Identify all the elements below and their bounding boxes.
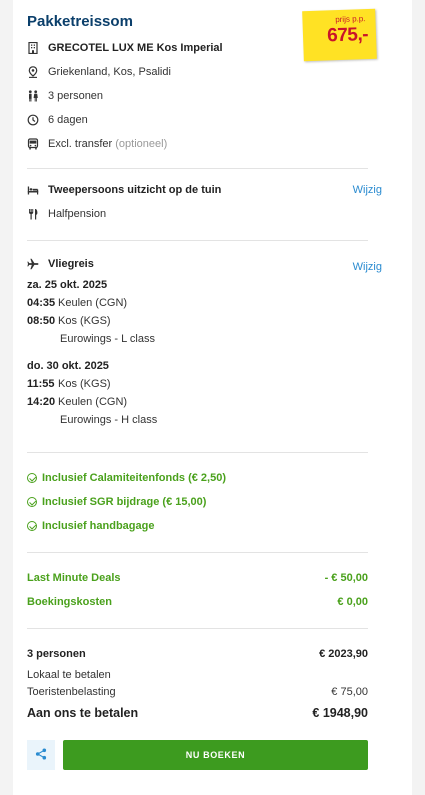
hotel-name-row: GRECOTEL LUX ME Kos Imperial [27,40,223,56]
discount-value: - € 50,00 [324,572,368,584]
share-icon [35,748,47,763]
change-room-link[interactable]: Wijzig [353,184,382,196]
summary-title: Pakketreissom [27,13,133,30]
outbound-arrival-place: Kos (KGS) [58,315,111,327]
amount-due-label: Aan ons te betalen [27,706,139,720]
tourist-tax-value: € 75,00 [331,686,368,698]
tourist-tax-row: Toeristenbelasting € 75,00 [27,686,368,698]
book-now-button[interactable]: NU BOEKEN [63,740,368,770]
board-row: Halfpension [27,206,106,222]
return-departure-place: Kos (KGS) [58,378,111,390]
room-type-row: Tweepersoons uitzicht op de tuin [27,182,221,198]
return-arrival-time: 14:20 [27,396,56,408]
booking-summary-card: Pakketreissom prijs p.p. 675,- GRECOTEL … [13,0,412,795]
outbound-departure-time: 04:35 [27,297,56,309]
transfer-label: Excl. transfer [48,138,113,150]
return-arrival-place: Keulen (CGN) [58,396,128,408]
trip-duration: 6 dagen [48,114,88,126]
total-persons-row: 3 personen € 2023,90 [27,648,368,660]
flight-title: Vliegreis [48,258,94,270]
transfer-note: (optioneel) [115,138,168,150]
divider [27,452,368,453]
inclusion-item: Inclusief SGR bijdrage (€ 15,00) [27,496,206,508]
divider [27,240,368,241]
outbound-arrival-time: 08:50 [27,315,56,327]
discount-label: Last Minute Deals [27,572,121,584]
cutlery-icon [27,208,39,220]
outbound-departure-place: Keulen (CGN) [58,297,128,309]
persons-row: 3 personen [27,88,103,104]
return-arrival: 14:20 Keulen (CGN) [27,396,127,408]
discount-row: Last Minute Deals - € 50,00 [27,572,368,584]
outbound-arrival: 08:50 Kos (KGS) [27,315,111,327]
return-date: do. 30 okt. 2025 [27,360,109,372]
discount-row: Boekingskosten € 0,00 [27,596,368,608]
total-persons-label: 3 personen [27,648,86,660]
airplane-icon [27,258,39,270]
return-departure: 11:55 Kos (KGS) [27,378,111,390]
inclusion-label: Inclusief Calamiteitenfonds (€ 2,50) [42,472,226,484]
flight-header-row: Vliegreis [27,256,94,272]
room-type: Tweepersoons uitzicht op de tuin [48,184,222,196]
change-flight-link[interactable]: Wijzig [353,261,382,273]
outbound-date: za. 25 okt. 2025 [27,279,108,291]
building-icon [27,42,39,54]
inclusion-item: Inclusief Calamiteitenfonds (€ 2,50) [27,472,226,484]
check-circle-icon [27,497,37,507]
outbound-carrier: Eurowings - L class [60,333,155,345]
amount-due-value: € 1948,90 [312,706,368,720]
outbound-departure: 04:35 Keulen (CGN) [27,297,127,309]
duration-row: 6 dagen [27,112,88,128]
total-persons-value: € 2023,90 [319,648,368,660]
bed-icon [27,184,39,196]
inclusion-label: Inclusief SGR bijdrage (€ 15,00) [42,496,207,508]
price-tag: prijs p.p. 675,- [302,8,377,62]
hotel-location: Griekenland, Kos, Psalidi [48,66,171,78]
board-type: Halfpension [48,208,107,220]
discount-label: Boekingskosten [27,596,112,608]
amount-due-row: Aan ons te betalen € 1948,90 [27,706,368,720]
check-circle-icon [27,473,37,483]
bus-icon [27,138,39,150]
discount-value: € 0,00 [337,596,368,608]
return-departure-time: 11:55 [27,378,55,390]
divider [27,552,368,553]
location-pin-icon [27,66,39,78]
persons-icon [27,90,39,102]
local-payment-row: Lokaal te betalen [27,669,368,681]
hotel-location-row: Griekenland, Kos, Psalidi [27,64,171,80]
divider [27,628,368,629]
share-button[interactable] [27,740,55,770]
divider [27,168,368,169]
clock-icon [27,114,39,126]
tourist-tax-label: Toeristenbelasting [27,686,116,698]
inclusion-label: Inclusief handbagage [42,520,155,532]
persons-count: 3 personen [48,90,104,102]
price-per-person-label: prijs p.p. [335,14,366,25]
return-carrier: Eurowings - H class [60,414,158,426]
check-circle-icon [27,521,37,531]
transfer-row: Excl. transfer (optioneel) [27,136,167,152]
price-amount: 675,- [326,24,369,47]
inclusion-item: Inclusief handbagage [27,520,154,532]
local-payment-label: Lokaal te betalen [27,669,111,681]
hotel-name: GRECOTEL LUX ME Kos Imperial [48,42,223,54]
